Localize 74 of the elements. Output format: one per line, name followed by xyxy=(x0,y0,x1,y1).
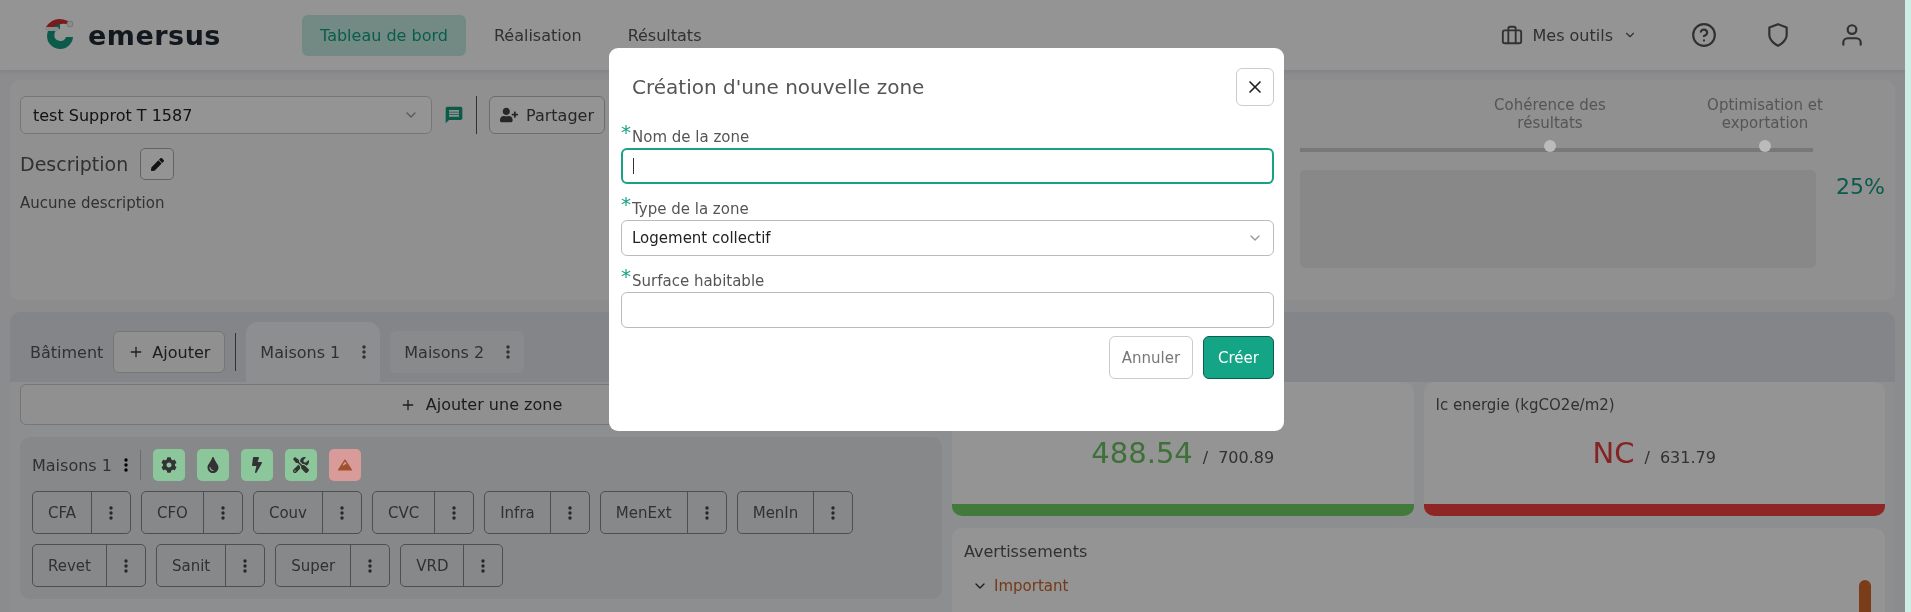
mountain-icon xyxy=(337,458,352,472)
user-plus-icon xyxy=(500,106,518,124)
more-icon xyxy=(109,505,113,520)
required-marker: * xyxy=(621,268,631,284)
step-dot xyxy=(1544,140,1556,152)
more-icon xyxy=(123,558,128,573)
required-marker: * xyxy=(621,196,631,212)
field-label: Type de la zone xyxy=(632,200,749,218)
shield-button[interactable] xyxy=(1765,22,1791,48)
tools-menu[interactable]: Mes outils xyxy=(1494,23,1643,47)
field-label: Nom de la zone xyxy=(632,128,750,146)
building-label: Bâtiment xyxy=(30,342,104,362)
create-button[interactable]: Créer xyxy=(1203,336,1274,379)
metric-value: 488.54 xyxy=(1091,436,1193,470)
zone-tab[interactable]: Maisons 1 xyxy=(246,322,381,382)
more-icon xyxy=(704,505,709,520)
status-badge[interactable] xyxy=(284,449,317,481)
status-badge[interactable] xyxy=(152,449,185,481)
tools-icon xyxy=(292,457,309,473)
scroll-indicator xyxy=(1859,580,1871,612)
more-icon[interactable] xyxy=(123,458,128,472)
more-icon xyxy=(368,558,373,573)
metric-value: NC xyxy=(1592,436,1635,470)
description-text: Aucune description xyxy=(20,194,166,212)
pencil-icon xyxy=(150,157,164,171)
more-icon xyxy=(339,505,344,520)
project-select[interactable]: test Supprot T 1587 xyxy=(20,96,432,134)
more-icon xyxy=(506,345,511,359)
close-button[interactable] xyxy=(1236,68,1274,106)
progress-percent: 25% xyxy=(1836,174,1885,199)
more-icon xyxy=(452,505,457,520)
step-label: Cohérence des résultats xyxy=(1493,96,1607,132)
modal-title: Création d'une nouvelle zone xyxy=(632,75,925,99)
required-marker: * xyxy=(621,124,631,140)
nav-tab[interactable]: Réalisation xyxy=(475,14,600,56)
select-field[interactable]: Logement collectif xyxy=(621,220,1274,256)
nav-tab[interactable]: Résultats xyxy=(609,14,720,56)
more-icon xyxy=(481,558,486,573)
zone-name: Maisons 1 xyxy=(32,455,112,475)
cancel-button[interactable]: Annuler xyxy=(1108,336,1194,379)
more-icon xyxy=(831,505,836,520)
more-icon xyxy=(220,505,225,520)
separator: / xyxy=(1644,448,1650,467)
shield-icon xyxy=(1765,22,1791,48)
help-icon xyxy=(1691,22,1717,48)
share-button[interactable]: Partager xyxy=(489,96,605,134)
status-badge[interactable] xyxy=(196,449,229,481)
add-button[interactable]: Ajouter xyxy=(113,331,226,373)
step-label: Optimisation et exportation xyxy=(1706,96,1824,132)
comment-icon[interactable] xyxy=(444,105,464,125)
help-button[interactable] xyxy=(1691,22,1717,48)
status-badge[interactable] xyxy=(240,449,273,481)
user-icon xyxy=(1839,22,1865,48)
edit-button[interactable] xyxy=(140,148,175,180)
zone-tab[interactable]: Maisons 2 xyxy=(390,331,525,373)
user-button[interactable] xyxy=(1839,22,1865,48)
gear-icon xyxy=(160,457,177,473)
more-icon xyxy=(567,505,572,520)
more-icon xyxy=(362,345,367,359)
logo-text: emersus xyxy=(88,19,221,51)
description-title: Description xyxy=(20,153,129,175)
input-field[interactable] xyxy=(621,148,1274,184)
input-field[interactable] xyxy=(621,292,1274,328)
field-label: Surface habitable xyxy=(632,272,765,290)
warnings-title: Avertissements xyxy=(964,542,1089,561)
separator: / xyxy=(1202,448,1209,467)
nav-tab[interactable]: Tableau de bord xyxy=(302,14,466,56)
metric-limit: 631.79 xyxy=(1659,448,1716,467)
step-dot xyxy=(1759,140,1771,152)
text-cursor xyxy=(633,158,634,174)
more-icon xyxy=(243,558,248,573)
toolbox-icon xyxy=(1500,24,1523,46)
metric-limit: 700.89 xyxy=(1218,448,1275,467)
metric-title: Ic energie (kgCO2e/m2) xyxy=(1435,396,1615,414)
